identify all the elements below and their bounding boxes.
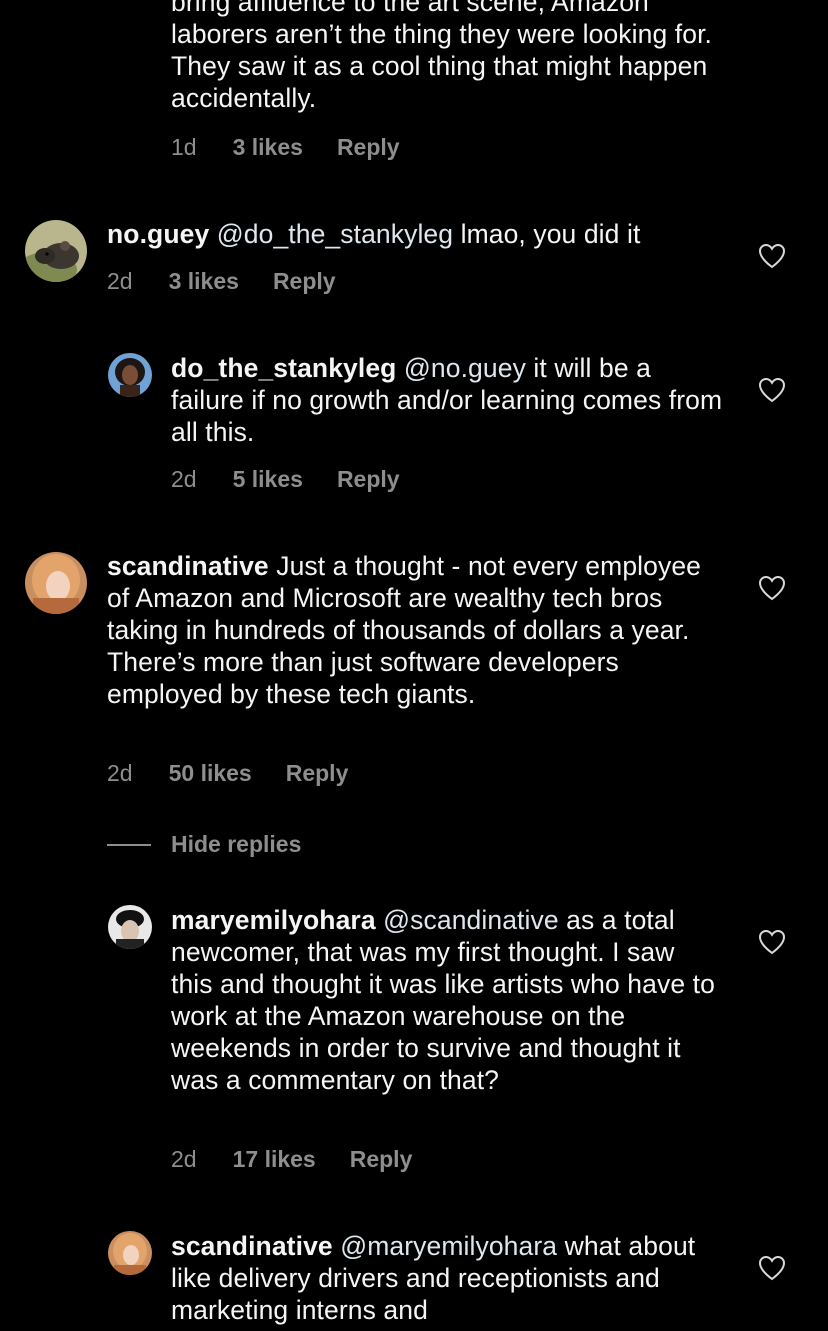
likes-count[interactable]: 50 likes (169, 759, 252, 787)
person-photo-icon (108, 353, 152, 397)
comment-text: no.guey @do_the_stankyleg lmao, you did … (107, 218, 727, 250)
comment-text: do_the_stankyleg @no.guey it will be a f… (171, 352, 731, 448)
comment-time: 2d (171, 466, 197, 492)
comment-time: 2d (107, 268, 133, 294)
comment-text: bring affluence to the art scene, Amazon… (171, 0, 731, 114)
likes-count[interactable]: 17 likes (233, 1145, 316, 1173)
avatar[interactable] (108, 905, 152, 949)
like-button[interactable] (758, 1255, 786, 1286)
avatar[interactable] (25, 552, 87, 614)
person-photo-icon (25, 552, 87, 614)
like-button[interactable] (758, 929, 786, 960)
username-link[interactable]: do_the_stankyleg (171, 353, 396, 383)
comment-text: scandinative Just a thought - not every … (107, 550, 717, 710)
comment-meta: 1d 3 likes Reply (171, 133, 400, 161)
mention-link[interactable]: @no.guey (404, 353, 526, 383)
heart-outline-icon (758, 575, 786, 601)
avatar[interactable] (108, 1231, 152, 1275)
reply-button[interactable]: Reply (350, 1145, 413, 1173)
username-link[interactable]: scandinative (107, 551, 269, 581)
likes-count[interactable]: 3 likes (233, 133, 303, 161)
reply-button[interactable]: Reply (286, 759, 349, 787)
comment-text: maryemilyohara @scandinative as a total … (171, 904, 719, 1096)
hide-replies-button[interactable]: Hide replies (107, 831, 301, 858)
heart-outline-icon (758, 929, 786, 955)
person-photo-icon (108, 905, 152, 949)
comment-meta: 2d 50 likes Reply (107, 759, 348, 787)
mention-link[interactable]: @do_the_stankyleg (217, 219, 453, 249)
comment-meta: 2d 17 likes Reply (171, 1145, 412, 1173)
like-button[interactable] (758, 575, 786, 606)
comment-time: 2d (171, 1146, 197, 1172)
mention-link[interactable]: @scandinative (383, 905, 559, 935)
divider-line (107, 843, 151, 846)
comment-body: lmao, you did it (460, 219, 641, 249)
comment-body: bring affluence to the art scene, Amazon… (171, 0, 712, 113)
avatar[interactable] (108, 353, 152, 397)
username-link[interactable]: scandinative (171, 1231, 333, 1261)
person-photo-icon (108, 1231, 152, 1275)
likes-count[interactable]: 5 likes (233, 465, 303, 493)
comment-meta: 2d 5 likes Reply (171, 465, 400, 493)
heart-outline-icon (758, 377, 786, 403)
username-link[interactable]: no.guey (107, 219, 209, 249)
heart-outline-icon (758, 243, 786, 269)
reply-button[interactable]: Reply (337, 133, 400, 161)
like-button[interactable] (758, 377, 786, 408)
heart-outline-icon (758, 1255, 786, 1281)
comment-time: 2d (107, 760, 133, 786)
avatar[interactable] (25, 220, 87, 282)
reply-button[interactable]: Reply (337, 465, 400, 493)
rat-photo-icon (25, 220, 87, 282)
like-button[interactable] (758, 243, 786, 274)
mention-link[interactable]: @maryemilyohara (340, 1231, 557, 1261)
hide-replies-label: Hide replies (171, 831, 302, 857)
comment-text: scandinative @maryemilyohara what about … (171, 1230, 719, 1326)
likes-count[interactable]: 3 likes (169, 267, 239, 295)
comment-meta: 2d 3 likes Reply (107, 267, 336, 295)
username-link[interactable]: maryemilyohara (171, 905, 376, 935)
comment-time: 1d (171, 134, 197, 160)
reply-button[interactable]: Reply (273, 267, 336, 295)
